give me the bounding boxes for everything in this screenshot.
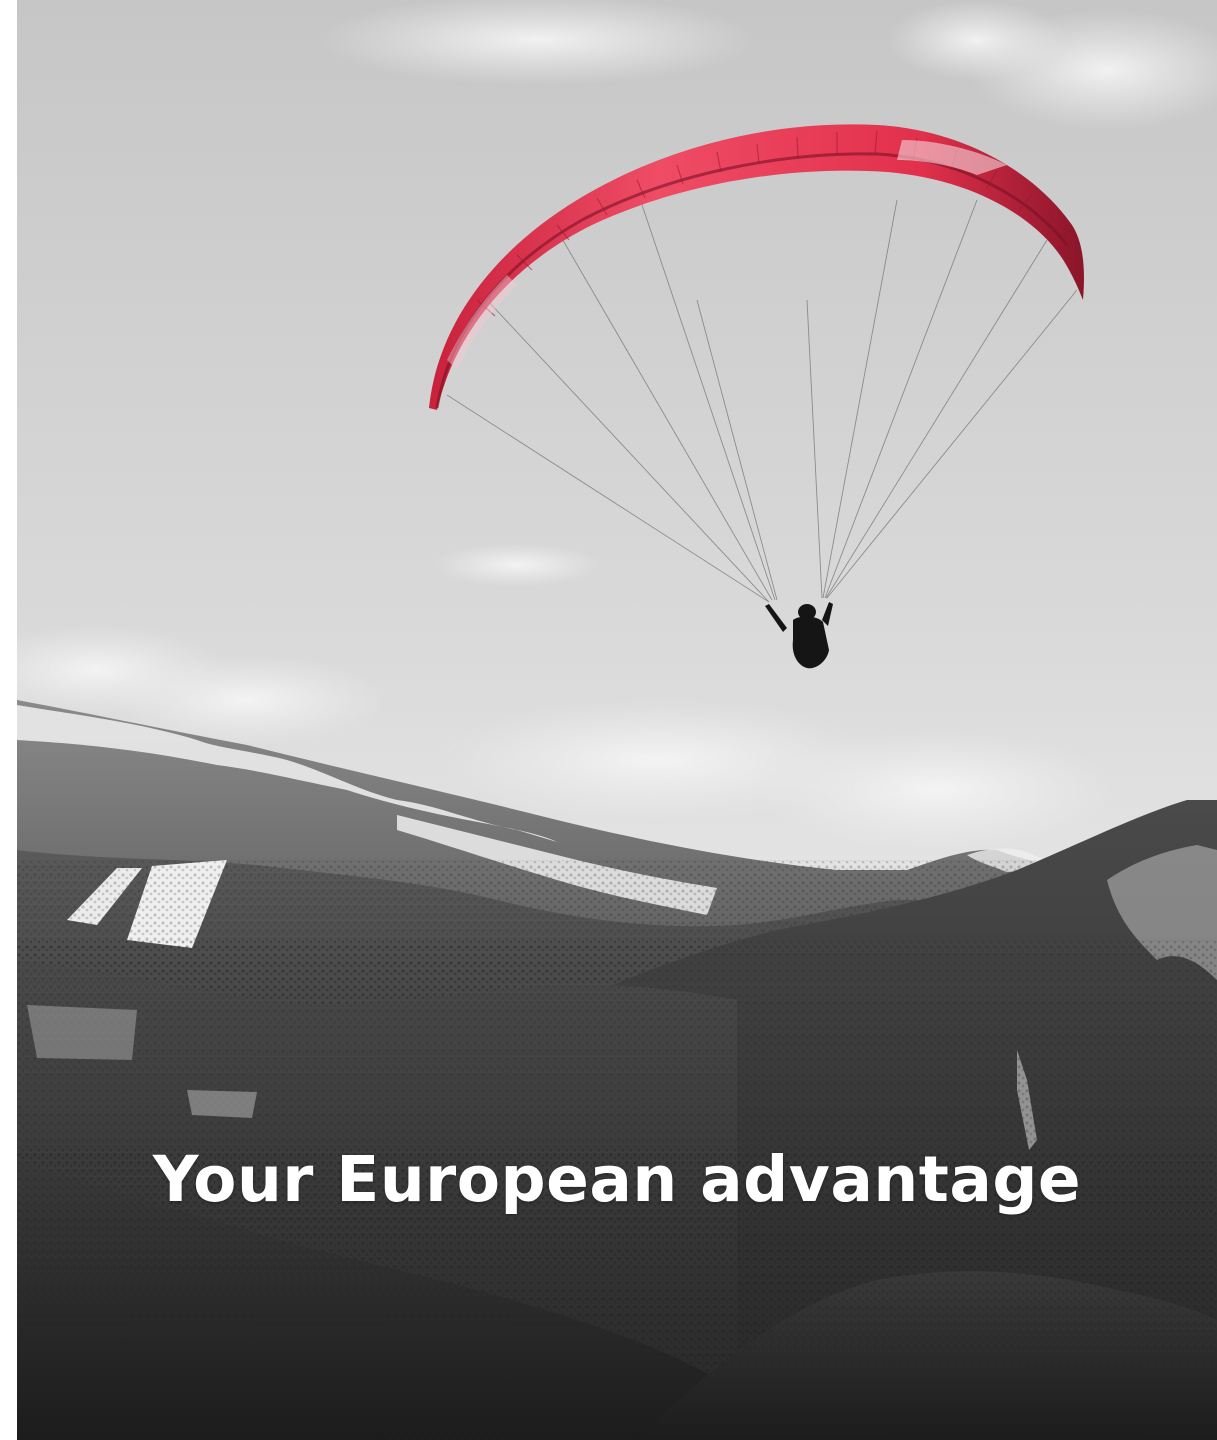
hero-banner: Your European advantage: [17, 0, 1217, 1440]
page: Your European advantage: [0, 0, 1217, 1440]
paragliding-mountain-photo: [17, 0, 1217, 1440]
hero-headline: Your European advantage: [152, 1143, 1082, 1216]
